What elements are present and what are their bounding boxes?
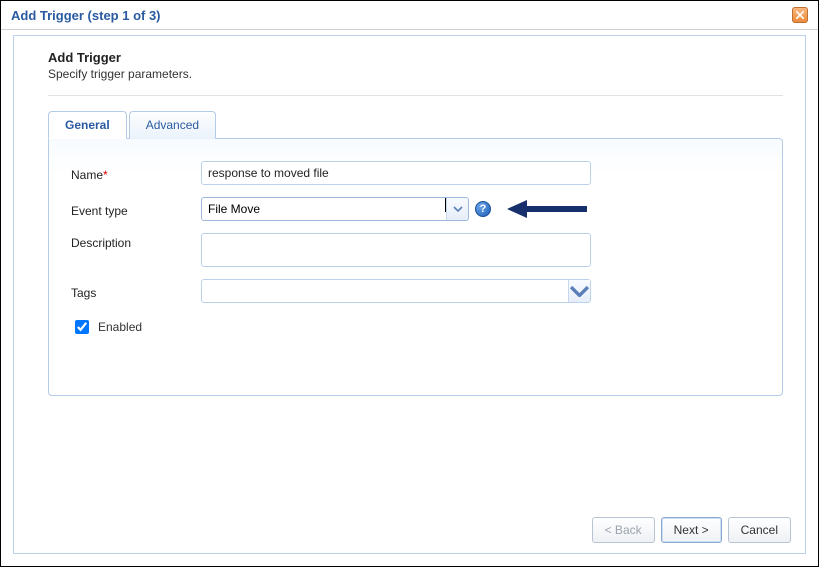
dialog-title: Add Trigger (step 1 of 3): [11, 8, 161, 23]
name-input[interactable]: [201, 161, 591, 185]
label-description: Description: [71, 233, 201, 250]
chevron-down-icon: [453, 206, 463, 212]
label-name: Name*: [71, 165, 201, 182]
event-type-combo[interactable]: [201, 197, 469, 221]
label-enabled: Enabled: [98, 320, 142, 334]
next-button[interactable]: Next >: [661, 517, 722, 543]
event-type-help-button[interactable]: ?: [475, 201, 491, 217]
back-button[interactable]: < Back: [592, 517, 655, 543]
cancel-button[interactable]: Cancel: [728, 517, 791, 543]
row-enabled: Enabled: [71, 315, 760, 337]
event-type-dropdown-button[interactable]: [446, 198, 468, 220]
tags-combo[interactable]: [201, 279, 591, 303]
tags-input-area[interactable]: [202, 280, 568, 302]
divider: [48, 95, 783, 96]
tab-bar: General Advanced: [48, 110, 783, 138]
tags-dropdown-button[interactable]: [568, 280, 590, 302]
label-event-type: Event type: [71, 201, 201, 218]
enabled-checkbox[interactable]: [75, 320, 89, 334]
tab-advanced[interactable]: Advanced: [129, 111, 216, 139]
annotation-arrow: [505, 198, 589, 220]
label-tags: Tags: [71, 283, 201, 300]
page-subtitle: Specify trigger parameters.: [48, 67, 783, 81]
close-icon: [796, 11, 804, 19]
row-name: Name*: [71, 161, 760, 185]
help-icon: ?: [480, 203, 487, 215]
wizard-button-bar: < Back Next > Cancel: [592, 517, 791, 543]
row-description: Description: [71, 233, 760, 267]
required-marker: *: [103, 168, 108, 182]
page-title: Add Trigger: [48, 50, 783, 65]
close-button[interactable]: [792, 7, 808, 23]
tab-container: General Advanced Name* Event type: [48, 110, 783, 396]
chevron-down-icon: [569, 285, 590, 298]
dialog-titlebar: Add Trigger (step 1 of 3): [1, 1, 818, 30]
row-tags: Tags: [71, 279, 760, 303]
event-type-input[interactable]: [202, 198, 445, 220]
description-input[interactable]: [201, 233, 591, 267]
row-event-type: Event type ?: [71, 197, 760, 221]
tab-panel-general: Name* Event type ?: [48, 138, 783, 396]
tab-general[interactable]: General: [48, 111, 127, 139]
dialog-body: Add Trigger Specify trigger parameters. …: [13, 35, 806, 554]
dialog-header-block: Add Trigger Specify trigger parameters.: [14, 36, 805, 91]
dialog-window: Add Trigger (step 1 of 3) Add Trigger Sp…: [0, 0, 819, 567]
enabled-checkbox-wrap: Enabled: [71, 317, 142, 337]
